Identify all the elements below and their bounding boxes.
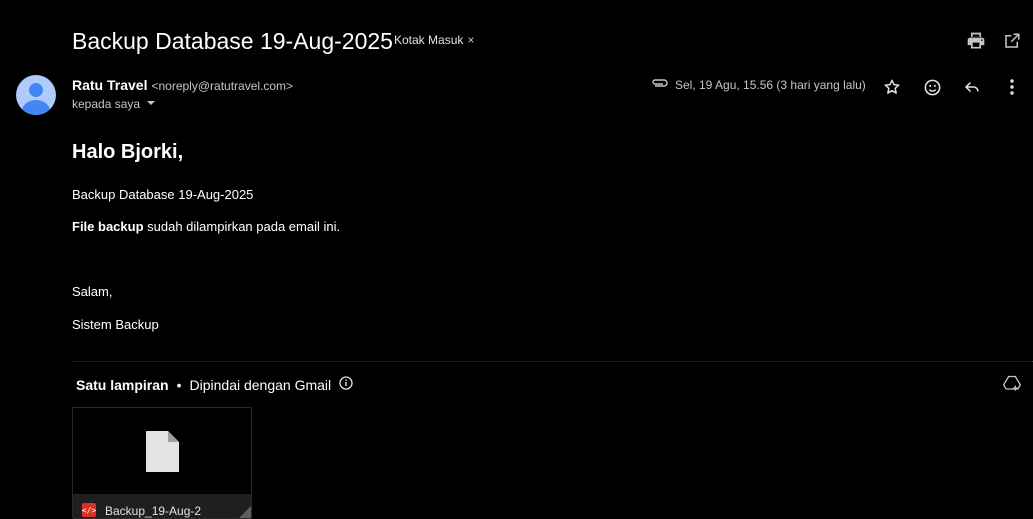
print-icon[interactable] bbox=[964, 29, 988, 53]
message-date: Sel, 19 Agu, 15.56 (3 hari yang lalu) bbox=[675, 77, 866, 92]
attachments-count: Satu lampiran bbox=[76, 376, 169, 393]
attachment-clip-icon bbox=[651, 77, 669, 92]
attachments-separator: • bbox=[176, 376, 182, 393]
attachment-card[interactable]: </> Backup_19-Aug-2 bbox=[72, 407, 252, 519]
label-remove-icon[interactable]: × bbox=[467, 33, 474, 47]
body-rest-text: sudah dilampirkan pada email ini. bbox=[143, 219, 341, 234]
body-closing-signature: Sistem Backup bbox=[72, 317, 159, 332]
open-in-new-icon[interactable] bbox=[1000, 29, 1024, 53]
emoji-reaction-icon[interactable] bbox=[920, 75, 944, 99]
sender-name[interactable]: Ratu Travel bbox=[72, 77, 147, 93]
sender-line: Ratu Travel <noreply@ratutravel.com> bbox=[72, 77, 293, 93]
email-subject: Backup Database 19-Aug-2025 bbox=[72, 28, 393, 54]
avatar[interactable] bbox=[16, 75, 56, 115]
recipient-label: kepada saya bbox=[72, 97, 141, 111]
file-preview-icon bbox=[146, 431, 179, 477]
more-options-icon[interactable] bbox=[1000, 75, 1024, 99]
star-icon[interactable] bbox=[880, 75, 904, 99]
attachments-divider bbox=[72, 361, 1033, 362]
code-file-icon: </> bbox=[82, 503, 96, 517]
message-meta: Sel, 19 Agu, 15.56 (3 hari yang lalu) bbox=[651, 77, 866, 92]
body-closing-salutation: Salam, bbox=[72, 284, 113, 299]
corner-fold-icon bbox=[233, 506, 251, 518]
sender-email: <noreply@ratutravel.com> bbox=[151, 79, 294, 93]
label-chip-inbox[interactable]: Kotak Masuk × bbox=[394, 33, 474, 47]
reply-icon[interactable] bbox=[960, 75, 984, 99]
attachments-header: Satu lampiran • Dipindai dengan Gmail bbox=[76, 376, 353, 393]
body-line-attachment-note: File backup sudah dilampirkan pada email… bbox=[72, 219, 340, 234]
add-to-drive-icon[interactable] bbox=[1000, 372, 1024, 396]
body-line-title: Backup Database 19-Aug-2025 bbox=[72, 187, 254, 202]
label-chip-text: Kotak Masuk bbox=[394, 33, 464, 47]
attachment-file-name: Backup_19-Aug-2 bbox=[105, 504, 202, 518]
body-bold-text: File backup bbox=[72, 219, 144, 234]
body-greeting: Halo Bjorki, bbox=[72, 141, 184, 163]
chevron-down-icon[interactable] bbox=[146, 97, 156, 111]
attachment-footer: </> Backup_19-Aug-2 bbox=[73, 494, 251, 518]
attachments-scan-status: Dipindai dengan Gmail bbox=[189, 376, 332, 393]
info-icon[interactable] bbox=[339, 376, 353, 393]
recipient-details-toggle[interactable]: kepada saya bbox=[72, 97, 156, 111]
